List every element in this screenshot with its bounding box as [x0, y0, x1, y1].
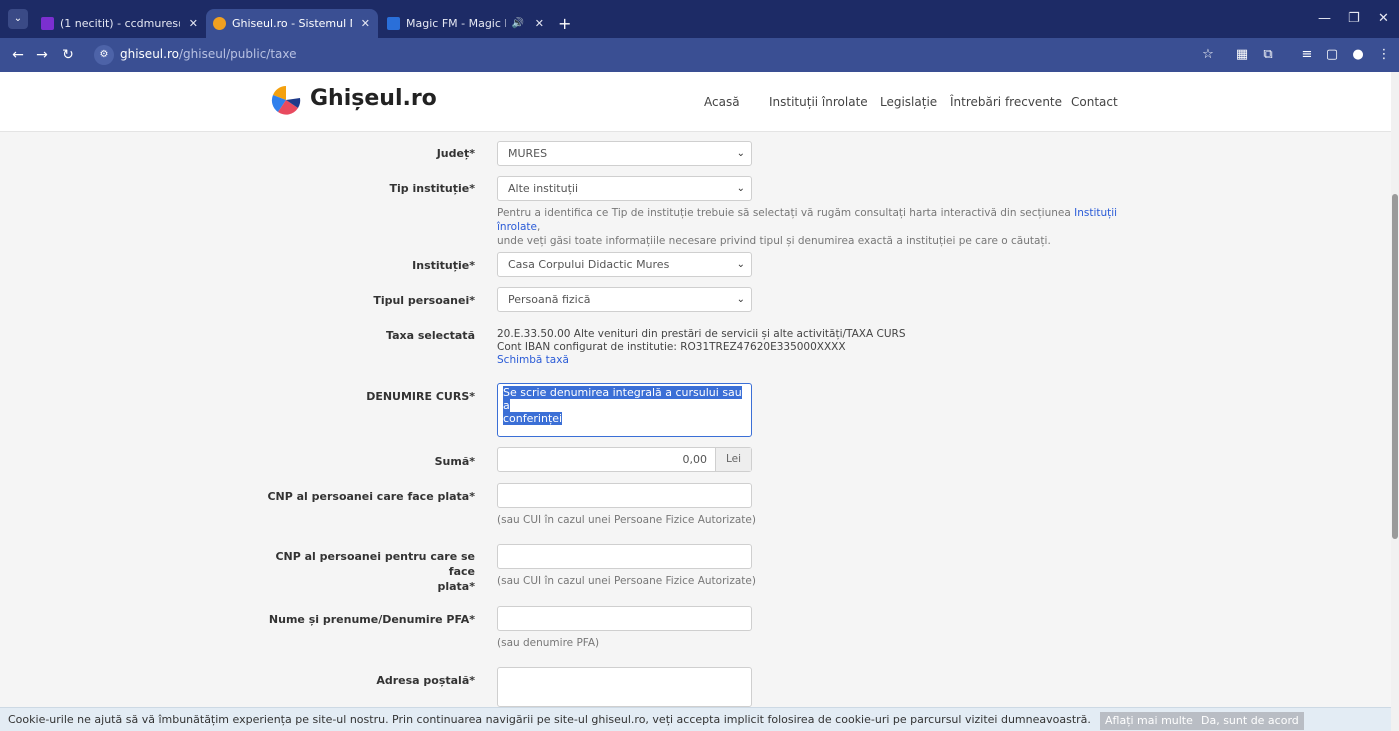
denumire-text-2: conferinței	[503, 412, 563, 425]
ghiseul-logo-icon	[271, 86, 301, 115]
nav-institutii[interactable]: Instituții înrolate	[769, 95, 868, 109]
nav-legislatie[interactable]: Legislație	[880, 95, 937, 109]
judet-label: Județ*	[436, 147, 475, 160]
cookie-banner: Cookie-urile ne ajută să vă îmbunătățim …	[0, 707, 1391, 731]
tab-magic-fm[interactable]: Magic FM - Magic FM Live 🔊 ✕	[380, 9, 552, 38]
cnp-pentru-help: (sau CUI în cazul unei Persoane Fizice A…	[497, 575, 756, 587]
help-text: Pentru a identifica ce Tip de instituție…	[497, 207, 1075, 219]
chevron-down-icon: ⌄	[736, 259, 745, 270]
adresa-input[interactable]	[497, 667, 752, 707]
close-icon[interactable]: ✕	[189, 9, 198, 38]
cnp-plata-label: CNP al persoanei care face plata*	[267, 490, 475, 503]
browser-toolbar: ← → ↻ ⚙ ghiseul.ro/ghiseul/public/taxe ☆…	[0, 38, 1399, 72]
nume-help: (sau denumire PFA)	[497, 637, 600, 649]
nav-intrebari[interactable]: Întrebări frecvente	[950, 95, 1062, 109]
site-header: Ghișeul.ro Acasă Instituții înrolate Leg…	[0, 72, 1391, 132]
cnp-pentru-input[interactable]	[497, 544, 752, 569]
learn-more-button[interactable]: Aflați mai multe	[1100, 712, 1198, 730]
menu-dots-icon[interactable]: ⋮	[1374, 45, 1394, 65]
chevron-down-icon: ⌄	[736, 148, 745, 159]
chevron-down-icon: ⌄	[736, 183, 745, 194]
taxa-details: 20.E.33.50.00 Alte venituri din prestări…	[497, 328, 1097, 367]
restore-icon[interactable]: ❐	[1348, 9, 1360, 29]
institutie-label: Instituție*	[412, 259, 475, 272]
tip-institutie-label: Tip instituție*	[389, 182, 476, 195]
tab-yahoo-mail[interactable]: (1 necitit) - ccdmures@yahoo.c ✕	[34, 9, 206, 38]
scroll-thumb[interactable]	[1392, 194, 1398, 539]
site-info-icon[interactable]: ⚙	[94, 45, 114, 65]
media-icon[interactable]: ≡	[1297, 45, 1317, 65]
help-text-end: ,	[537, 221, 541, 233]
browser-tabstrip: ⌄ (1 necitit) - ccdmures@yahoo.c ✕ Ghise…	[0, 0, 1399, 38]
url-text[interactable]: ghiseul.ro/ghiseul/public/taxe	[120, 47, 297, 61]
close-window-icon[interactable]: ✕	[1378, 9, 1389, 29]
taxa-label: Taxa selectată	[386, 329, 475, 342]
tab-title: Magic FM - Magic FM Live	[406, 17, 506, 30]
extension-icon[interactable]: ▦	[1232, 45, 1252, 65]
chevron-down-icon: ⌄	[736, 294, 745, 305]
new-tab-button[interactable]: +	[558, 9, 571, 38]
url-path: /ghiseul/public/taxe	[178, 47, 297, 61]
nav-acasa[interactable]: Acasă	[704, 95, 740, 109]
tip-institutie-select[interactable]: Alte instituții ⌄	[497, 176, 752, 201]
adresa-label: Adresa poștală*	[376, 674, 475, 687]
close-icon[interactable]: ✕	[361, 9, 370, 38]
url-host: ghiseul.ro	[120, 47, 179, 61]
denumire-curs-textarea[interactable]: Se scrie denumirea integrală a cursului …	[497, 383, 752, 437]
cookie-text: Cookie-urile ne ajută să vă îmbunătățim …	[8, 713, 1091, 726]
logo-text: Ghișeul.ro	[310, 86, 437, 111]
tip-persoana-value: Persoană fizică	[508, 293, 591, 306]
suma-input[interactable]: 0,00 Lei	[497, 447, 752, 472]
payment-form: Județ* MURES ⌄ Tip instituție* Alte inst…	[0, 132, 1391, 707]
cnp-plata-help: (sau CUI în cazul unei Persoane Fizice A…	[497, 514, 756, 526]
tab-search-icon[interactable]: ⌄	[8, 9, 28, 29]
currency-unit: Lei	[715, 448, 751, 471]
judet-select[interactable]: MURES ⌄	[497, 141, 752, 166]
tip-institutie-help: Pentru a identifica ce Tip de instituție…	[497, 206, 1137, 248]
institutie-value: Casa Corpului Didactic Mures	[508, 258, 670, 271]
denumire-text: Se scrie denumirea integrală a cursului …	[503, 386, 742, 412]
yahoo-mail-icon	[41, 17, 54, 30]
institutie-select[interactable]: Casa Corpului Didactic Mures ⌄	[497, 252, 752, 277]
accept-cookies-button[interactable]: Da, sunt de acord	[1196, 712, 1304, 730]
minimize-icon[interactable]: —	[1318, 9, 1331, 29]
taxa-line1: 20.E.33.50.00 Alte venituri din prestări…	[497, 328, 906, 340]
nume-label: Nume și prenume/Denumire PFA*	[268, 613, 475, 626]
puzzle-icon[interactable]: ⧉	[1258, 45, 1278, 65]
back-icon[interactable]: ←	[8, 45, 28, 65]
cnp-pentru-label-1: CNP al persoanei pentru care se face	[275, 550, 475, 578]
cnp-pentru-label: CNP al persoanei pentru care se face pla…	[275, 549, 475, 594]
suma-label: Sumă*	[434, 455, 475, 468]
tip-persoana-select[interactable]: Persoană fizică ⌄	[497, 287, 752, 312]
nav-contact[interactable]: Contact	[1071, 95, 1118, 109]
nume-input[interactable]	[497, 606, 752, 631]
judet-value: MURES	[508, 147, 548, 160]
bookmark-star-icon[interactable]: ☆	[1198, 45, 1218, 65]
cnp-pentru-label-2: plata*	[437, 580, 475, 593]
tab-ghiseul[interactable]: Ghiseul.ro - Sistemul National E ✕	[206, 9, 378, 38]
cnp-plata-input[interactable]	[497, 483, 752, 508]
side-panel-icon[interactable]: ▢	[1322, 45, 1342, 65]
tip-institutie-value: Alte instituții	[508, 182, 578, 195]
close-icon[interactable]: ✕	[535, 9, 544, 38]
tab-title: Ghiseul.ro - Sistemul National E	[232, 17, 352, 30]
address-bar[interactable]: ⚙ ghiseul.ro/ghiseul/public/taxe	[92, 43, 1192, 67]
radio-icon	[387, 17, 400, 30]
denumire-label: DENUMIRE CURS*	[366, 390, 475, 403]
tab-title: (1 necitit) - ccdmures@yahoo.c	[60, 17, 180, 30]
profile-avatar[interactable]: ●	[1348, 45, 1368, 65]
page-scrollbar[interactable]	[1391, 72, 1399, 731]
ghiseul-icon	[213, 17, 226, 30]
help-text-2: unde veți găsi toate informațiile necesa…	[497, 235, 1051, 247]
taxa-iban: Cont IBAN configurat de institutie: RO31…	[497, 341, 846, 353]
forward-icon[interactable]: →	[32, 45, 52, 65]
schimba-taxa-link[interactable]: Schimbă taxă	[497, 354, 569, 366]
tip-persoana-label: Tipul persoanei*	[373, 294, 475, 307]
suma-value: 0,00	[682, 453, 708, 466]
speaker-icon[interactable]: 🔊	[512, 9, 524, 38]
reload-icon[interactable]: ↻	[58, 45, 78, 65]
